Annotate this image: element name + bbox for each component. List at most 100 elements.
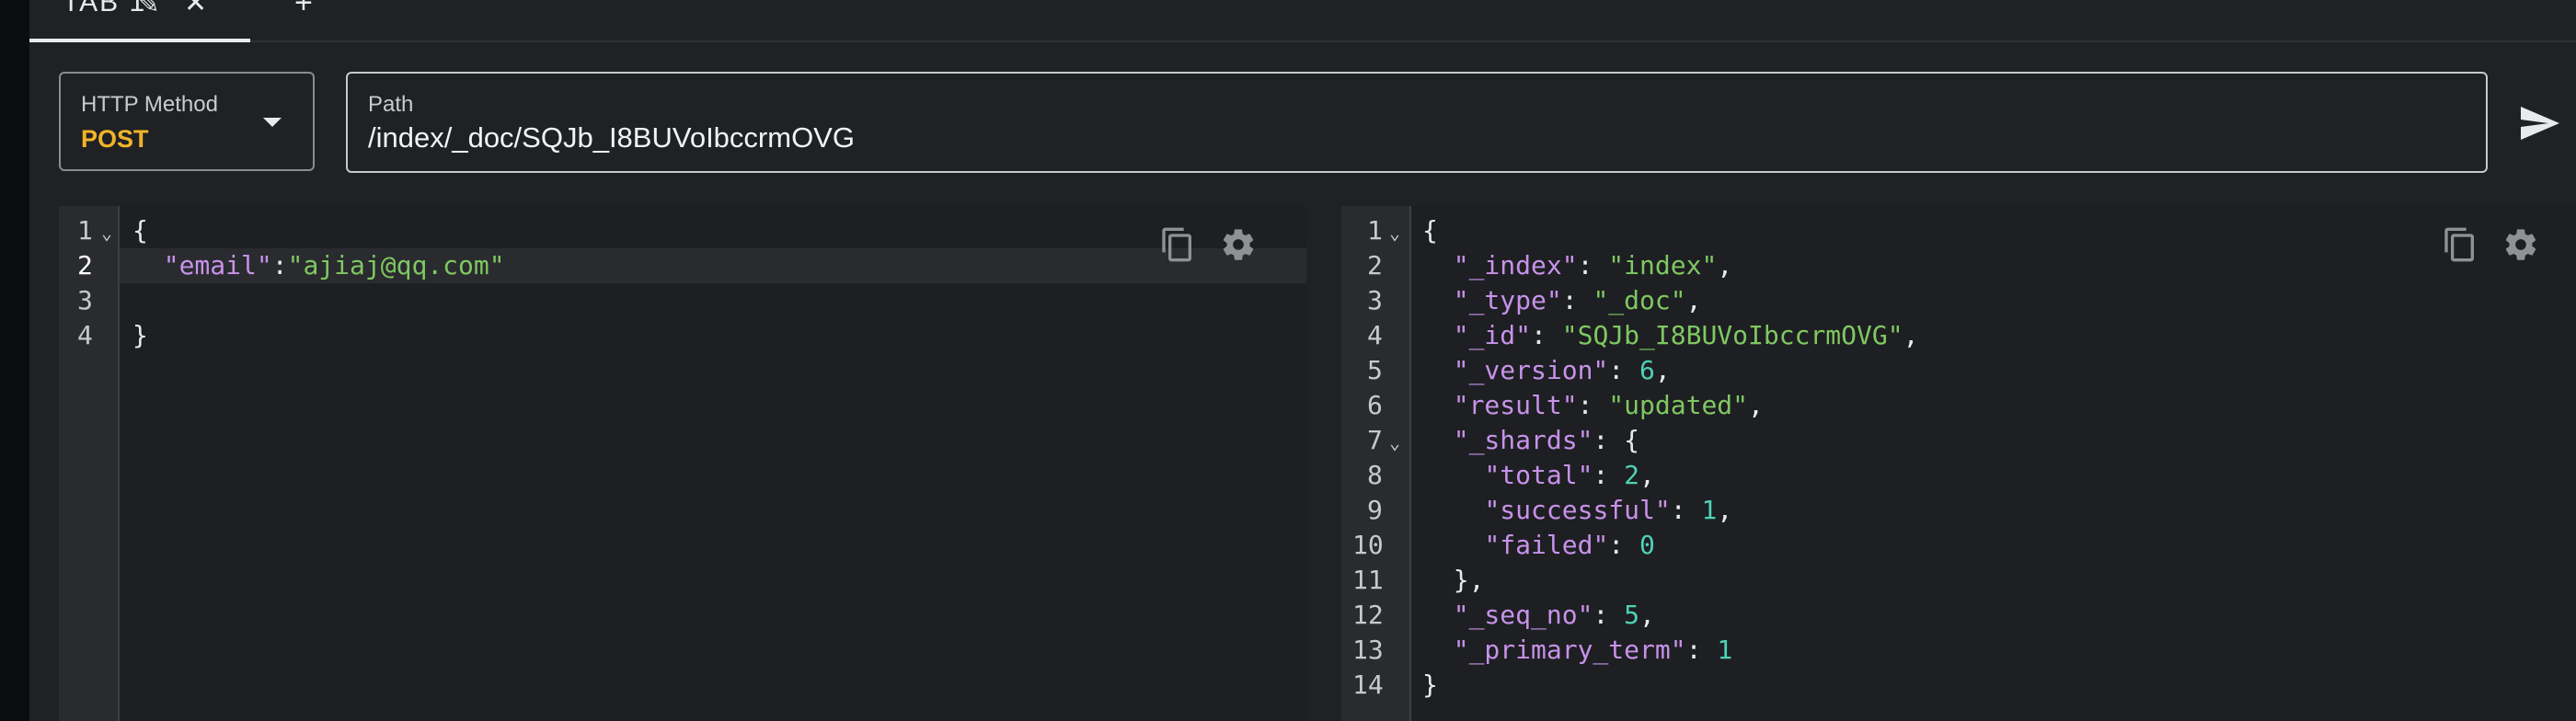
line-number: 2 xyxy=(77,250,93,280)
path-label: Path xyxy=(368,92,414,117)
line-number: 12 xyxy=(1352,600,1384,630)
gutter-row: 7 ⌄ xyxy=(1341,423,1409,458)
line-number: 10 xyxy=(1352,530,1384,560)
fold-chevron-icon[interactable]: ⌄ xyxy=(1389,215,1400,250)
line-number: 1 xyxy=(1367,215,1383,246)
json-string: "index" xyxy=(1608,250,1718,280)
line-number: 1 xyxy=(77,215,93,246)
json-key: "result" xyxy=(1453,390,1578,420)
request-body-editor[interactable]: 1 ⌄ 2 3 4 { "email":"ajiaj@qq.com" } xyxy=(59,206,1306,721)
gutter-row: 5 xyxy=(1341,353,1409,388)
path-value[interactable]: /index/_doc/SQJb_I8BUVoIbccrmOVG xyxy=(368,121,855,154)
code-line: { xyxy=(1422,213,1438,248)
add-tab-button[interactable]: + xyxy=(294,0,313,21)
tab-1-label: TAB 1 xyxy=(63,0,147,17)
copy-icon[interactable] xyxy=(1159,224,1196,265)
gear-icon[interactable] xyxy=(1220,224,1257,265)
json-string: "ajiaj@qq.com" xyxy=(287,250,505,280)
line-number: 8 xyxy=(1367,460,1383,490)
left-rail xyxy=(0,0,29,721)
close-icon[interactable]: ✕ xyxy=(184,0,207,19)
code-line: } xyxy=(1422,668,1438,703)
gear-icon[interactable] xyxy=(2502,224,2539,265)
json-number: 5 xyxy=(1624,600,1640,630)
line-number: 5 xyxy=(1367,355,1383,385)
json-number: 6 xyxy=(1639,355,1655,385)
json-key: "total" xyxy=(1484,460,1593,490)
line-number: 2 xyxy=(1367,250,1383,280)
line-number: 4 xyxy=(1367,320,1383,350)
json-number: 2 xyxy=(1624,460,1640,490)
gutter-row: 3 xyxy=(1341,283,1409,318)
http-method-value: POST xyxy=(81,125,149,153)
code-line: "total": 2, xyxy=(1484,460,1655,490)
line-number: 3 xyxy=(77,285,93,315)
gutter-row: 2 xyxy=(59,248,118,283)
gutter-row: 2 xyxy=(1341,248,1409,283)
gutter-row: 6 xyxy=(1341,388,1409,423)
tab-bar: TAB 1 ✎ ✕ + xyxy=(29,0,2576,42)
line-number: 4 xyxy=(77,320,93,350)
json-key: "successful" xyxy=(1484,495,1671,525)
code-line: "_shards": { xyxy=(1453,425,1640,455)
code-line: "successful": 1, xyxy=(1484,495,1733,525)
line-number: 9 xyxy=(1367,495,1383,525)
code-line: "_version": 6, xyxy=(1453,355,1671,385)
code-line: { xyxy=(132,213,148,248)
http-method-select[interactable]: HTTP Method POST xyxy=(59,72,315,171)
response-editor[interactable]: 1 ⌄ 2 3 4 5 6 7 ⌄ 8 9 10 11 12 13 14 { "… xyxy=(1341,206,2576,721)
tab-1[interactable]: TAB 1 ✎ ✕ xyxy=(29,0,250,42)
code-line: "_index": "index", xyxy=(1453,250,1733,280)
json-string: "SQJb_I8BUVoIbccrmOVG" xyxy=(1561,320,1903,350)
json-key: "email" xyxy=(163,250,272,280)
gutter-row: 3 xyxy=(59,283,118,318)
gutter-row: 1 ⌄ xyxy=(59,213,118,248)
json-key: "_version" xyxy=(1453,355,1609,385)
gutter-row: 13 xyxy=(1341,633,1409,668)
fold-chevron-icon[interactable]: ⌄ xyxy=(1389,425,1400,460)
code-line: "_seq_no": 5, xyxy=(1453,600,1655,630)
json-colon: : xyxy=(271,250,288,280)
line-number: 13 xyxy=(1352,635,1384,665)
json-brace: { xyxy=(132,215,148,246)
json-brace: }, xyxy=(1453,565,1485,595)
code-line: }, xyxy=(1422,563,1485,598)
code-line: "_primary_term": 1 xyxy=(1453,635,1733,665)
gutter-row: 14 xyxy=(1341,668,1409,703)
json-brace: { xyxy=(1422,215,1438,246)
line-number: 11 xyxy=(1352,565,1384,595)
caret-down-icon[interactable] xyxy=(263,118,282,127)
json-key: "failed" xyxy=(1484,530,1609,560)
line-number: 7 xyxy=(1367,425,1383,455)
gutter-row: 10 xyxy=(1341,528,1409,563)
json-key: "_seq_no" xyxy=(1453,600,1593,630)
json-string: "updated" xyxy=(1608,390,1749,420)
json-key: "_shards" xyxy=(1453,425,1593,455)
gutter-row: 9 xyxy=(1341,493,1409,528)
json-brace: { xyxy=(1624,425,1640,455)
gutter-row: 11 xyxy=(1341,563,1409,598)
pencil-icon[interactable]: ✎ xyxy=(138,0,159,19)
json-brace: } xyxy=(132,320,148,350)
code-line: "_id": "SQJb_I8BUVoIbccrmOVG", xyxy=(1453,320,1919,350)
line-gutter: 1 ⌄ 2 3 4 xyxy=(59,206,120,721)
json-brace: } xyxy=(1422,670,1438,700)
json-number: 1 xyxy=(1717,635,1733,665)
line-gutter: 1 ⌄ 2 3 4 5 6 7 ⌄ 8 9 10 11 12 13 14 xyxy=(1341,206,1411,721)
gutter-row: 4 xyxy=(59,318,118,353)
json-number: 1 xyxy=(1701,495,1718,525)
send-icon[interactable] xyxy=(2517,101,2561,145)
line-number: 6 xyxy=(1367,390,1383,420)
code-line: "result": "updated", xyxy=(1453,390,1764,420)
gutter-row: 4 xyxy=(1341,318,1409,353)
code-line: } xyxy=(132,318,148,353)
json-key: "_index" xyxy=(1453,250,1578,280)
line-number: 14 xyxy=(1352,670,1384,700)
path-input[interactable]: Path /index/_doc/SQJb_I8BUVoIbccrmOVG xyxy=(346,72,2488,173)
fold-chevron-icon[interactable]: ⌄ xyxy=(101,215,112,250)
code-line: "_type": "_doc", xyxy=(1453,285,1702,315)
json-key: "_primary_term" xyxy=(1453,635,1686,665)
http-method-label: HTTP Method xyxy=(81,92,218,117)
code-line: "failed": 0 xyxy=(1484,530,1655,560)
copy-icon[interactable] xyxy=(2442,224,2478,265)
